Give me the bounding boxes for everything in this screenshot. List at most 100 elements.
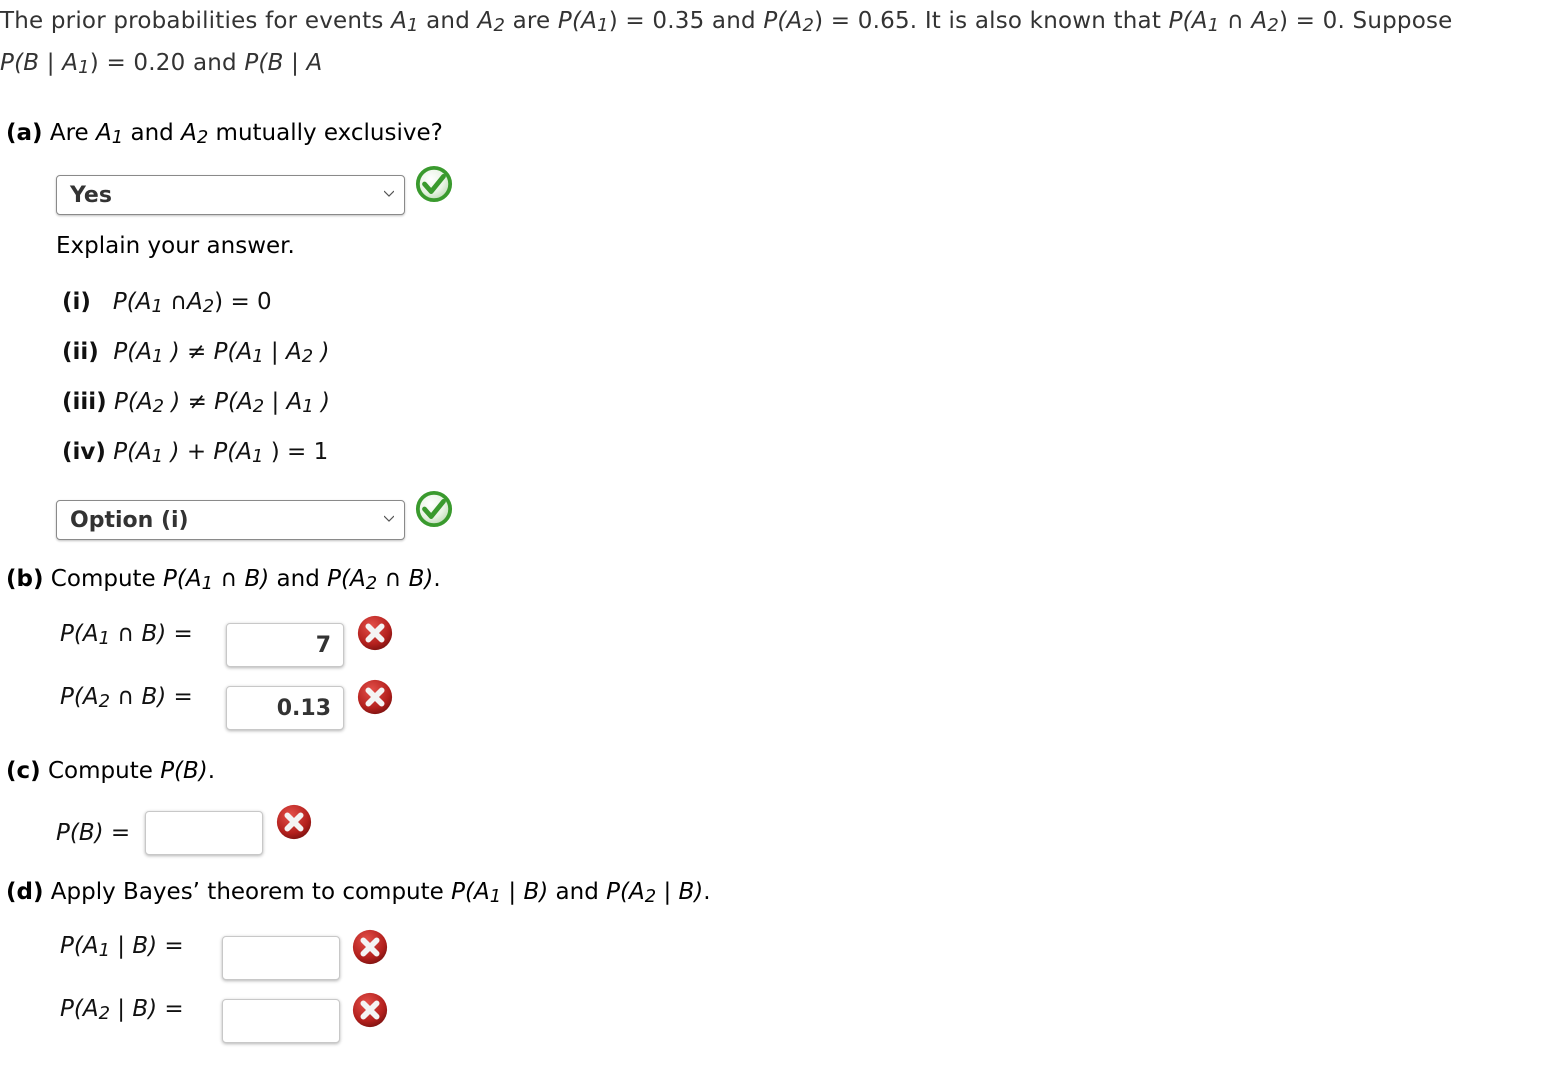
expr: | A: [263, 339, 302, 365]
p-a1-given-b-input[interactable]: [222, 936, 340, 980]
part-c-question: (c) Compute P(B).: [6, 758, 215, 784]
expr: ) + P(A: [163, 439, 252, 465]
text: and: [418, 8, 478, 34]
subscript: 1: [152, 346, 164, 368]
subscript: 1: [252, 346, 264, 368]
subscript: 2: [301, 346, 314, 368]
expr: ∩ B) =: [110, 684, 193, 710]
text: and: [548, 879, 607, 905]
part-b-question: (b) Compute P(A1 ∩ B) and P(A2 ∩ B).: [6, 566, 441, 595]
part-label: (b): [6, 566, 44, 592]
subscript: 2: [365, 573, 378, 595]
expr: | B): [501, 879, 549, 905]
text: ) = 0.20 and: [89, 50, 245, 76]
expr: P(A: [557, 8, 598, 34]
var: A: [181, 120, 197, 146]
subscript: 1: [151, 446, 164, 468]
option-iii: (iii) P(A2 ) ≠ P(A2 | A1 ): [62, 389, 330, 418]
expr: ∩ A: [1219, 8, 1268, 34]
subscript: 1: [1207, 15, 1220, 37]
text: The prior probabilities for events: [0, 8, 392, 34]
incorrect-x-icon: [356, 614, 394, 652]
option-label: (ii): [62, 339, 99, 365]
p-a2-given-b-label: P(A2 | B) =: [60, 996, 184, 1025]
subscript: 1: [251, 446, 264, 468]
subscript: 2: [98, 1003, 110, 1025]
p-a2-and-b-input[interactable]: [226, 686, 344, 730]
expr: | B) =: [110, 996, 184, 1022]
expr: P(A: [763, 8, 803, 34]
selected-value: Yes: [70, 183, 112, 208]
text: ) = 0. Suppose: [1279, 8, 1453, 34]
incorrect-x-icon: [351, 928, 389, 966]
var: A: [477, 8, 494, 34]
subscript: 2: [1267, 15, 1279, 37]
subscript: 1: [407, 15, 419, 37]
subscript: 1: [597, 15, 609, 37]
correct-check-icon: [415, 490, 453, 528]
text: are: [505, 8, 558, 34]
expr: ): [313, 339, 330, 365]
text: Compute: [40, 758, 161, 784]
p-a1-and-b-input[interactable]: [226, 623, 344, 667]
expr: ∩ B) =: [110, 621, 193, 647]
expr: ∩ B): [213, 566, 270, 592]
p-b-input[interactable]: [145, 811, 263, 855]
part-a-question: (a) Are A1 and A2 mutually exclusive?: [6, 120, 443, 149]
p-a1-given-b-label: P(A1 | B) =: [60, 933, 184, 962]
p-b-label: P(B) =: [56, 820, 130, 846]
correct-check-icon: [415, 165, 453, 203]
subscript: 1: [111, 127, 124, 149]
explain-label: Explain your answer.: [56, 233, 295, 259]
expr: P(A: [163, 566, 202, 592]
expr: ) ≠ P(A: [163, 339, 253, 365]
text: Apply Bayes’ theorem to compute: [43, 879, 452, 905]
option-ii: (ii) P(A1 ) ≠ P(A1 | A2 ): [62, 339, 330, 368]
incorrect-x-icon: [275, 803, 313, 841]
expr: | B): [656, 879, 704, 905]
expr: P(A: [114, 389, 153, 415]
subscript: 2: [252, 396, 265, 418]
part-label: (c): [6, 758, 41, 784]
expr: P(B): [160, 758, 208, 784]
chevron-down-icon: [384, 190, 394, 197]
p-a1-and-b-label: P(A1 ∩ B) =: [60, 621, 193, 650]
expr: ∩ B): [377, 566, 434, 592]
problem-statement-line-1: The prior probabilities for events A1 an…: [0, 8, 1453, 37]
var: A: [391, 8, 407, 34]
explanation-select[interactable]: Option (i): [56, 500, 405, 540]
text: Compute: [43, 566, 164, 592]
option-label: (i): [62, 289, 91, 315]
text: .: [207, 758, 216, 784]
incorrect-x-icon: [356, 678, 394, 716]
subscript: 1: [98, 940, 110, 962]
text: and: [123, 120, 182, 146]
var: A: [96, 120, 112, 146]
part-d-question: (d) Apply Bayes’ theorem to compute P(A1…: [6, 879, 711, 908]
chevron-down-icon: [384, 515, 394, 522]
subscript: 1: [151, 296, 163, 318]
subscript: 1: [489, 886, 502, 908]
expr: | A: [264, 389, 303, 415]
expr: P(A: [1168, 8, 1208, 34]
expr: ) ≠ P(A: [164, 389, 253, 415]
expr: P(A: [112, 289, 152, 315]
subscript: 2: [493, 15, 506, 37]
p-a2-and-b-label: P(A2 ∩ B) =: [60, 684, 193, 712]
incorrect-x-icon: [351, 991, 389, 1029]
subscript: 2: [196, 127, 209, 149]
subscript: 2: [152, 396, 164, 418]
text: .: [703, 879, 711, 905]
expr: ∩A: [162, 289, 203, 315]
subscript: 2: [644, 886, 657, 908]
expr: | B) =: [110, 933, 184, 959]
part-label: (a): [6, 120, 43, 146]
expr: P(A: [60, 933, 99, 959]
p-a2-given-b-input[interactable]: [222, 999, 340, 1043]
subscript: 1: [98, 628, 110, 650]
mutually-exclusive-select[interactable]: Yes: [56, 175, 405, 215]
option-i: (i) P(A1 ∩A2) = 0: [62, 289, 272, 318]
expr: P(A: [451, 879, 490, 905]
subscript: 1: [78, 57, 90, 79]
expr: P(A: [113, 439, 152, 465]
